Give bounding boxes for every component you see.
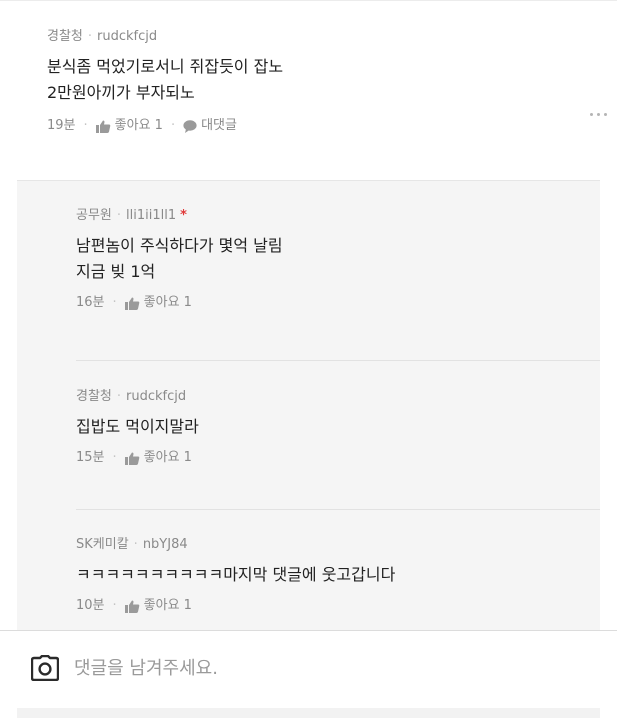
separator-dot: · <box>133 537 138 552</box>
author-company[interactable]: SK케미칼 <box>76 537 129 552</box>
more-dots-icon <box>590 113 593 116</box>
separator-dot: · <box>87 29 93 44</box>
separator-dot: · <box>112 598 117 613</box>
thumbs-up-icon <box>124 600 139 613</box>
reply-line: 남편놈이 주식하다가 몇억 날림 <box>76 236 283 255</box>
reply-label[interactable]: 대댓글 <box>201 116 237 136</box>
like-button[interactable] <box>124 452 140 465</box>
author-username[interactable]: rudckfcjd <box>97 29 157 44</box>
thumbs-up-icon <box>124 452 139 465</box>
camera-button[interactable] <box>30 654 60 685</box>
author-company[interactable]: 경찰청 <box>76 389 112 404</box>
reply-body: ㅋㅋㅋㅋㅋㅋㅋㅋㅋㅋ마지막 댓글에 웃고갑니다 <box>76 562 596 588</box>
like-count[interactable]: 좋아요 1 <box>144 293 192 313</box>
bottom-strip <box>17 708 600 718</box>
author-company[interactable]: 경찰청 <box>47 29 83 44</box>
reply-time: 10분 <box>76 598 105 613</box>
separator-dot: · <box>83 118 88 133</box>
reply-stats: 10분 · 좋아요 1 <box>76 596 596 616</box>
author-company[interactable]: 공무원 <box>76 208 112 223</box>
thumbs-up-icon <box>95 120 110 133</box>
reply-body: 남편놈이 주식하다가 몇억 날림 지금 빚 1억 <box>76 233 596 285</box>
reply-meta: SK케미칼 · nbYJ84 <box>76 536 596 554</box>
new-marker: * <box>180 208 187 223</box>
like-button[interactable] <box>124 297 140 310</box>
more-dots-icon <box>604 113 607 116</box>
more-dots-icon <box>597 113 600 116</box>
comment-line: 2만원아끼가 부자되노 <box>47 83 195 102</box>
comment-stats: 19분 · 좋아요 1 · 대댓글 <box>47 116 587 136</box>
comment-input-bar[interactable]: 댓글을 남겨주세요. <box>0 630 617 709</box>
comment-body: 분식좀 먹었기로서니 쥐잡듯이 잡노 2만원아끼가 부자되노 <box>47 54 587 106</box>
reply-item: SK케미칼 · nbYJ84 ㅋㅋㅋㅋㅋㅋㅋㅋㅋㅋ마지막 댓글에 웃고갑니다 10분… <box>76 536 596 616</box>
reply-time: 16분 <box>76 295 105 310</box>
camera-icon <box>30 654 60 682</box>
like-count[interactable]: 좋아요 1 <box>144 596 192 616</box>
reply-time: 15분 <box>76 450 105 465</box>
separator-dot: · <box>116 208 122 223</box>
comment-meta: 경찰청 · rudckfcjd <box>47 28 587 46</box>
comment-input-placeholder[interactable]: 댓글을 남겨주세요. <box>74 656 218 682</box>
like-button[interactable] <box>124 600 140 613</box>
reply-body: 집밥도 먹이지말라 <box>76 414 596 440</box>
comment-item: 경찰청 · rudckfcjd 분식좀 먹었기로서니 쥐잡듯이 잡노 2만원아끼가 … <box>47 28 587 136</box>
reply-line: 집밥도 먹이지말라 <box>76 417 199 436</box>
reply-meta: 공무원 · lli1ii1ll1 * <box>76 207 596 225</box>
reply-line: 지금 빚 1억 <box>76 262 156 281</box>
like-button[interactable] <box>95 120 111 133</box>
reply-meta: 경찰청 · rudckfcjd <box>76 388 596 406</box>
author-username[interactable]: lli1ii1ll1 <box>126 208 176 223</box>
reply-stats: 15분 · 좋아요 1 <box>76 448 596 468</box>
reply-thread: 공무원 · lli1ii1ll1 * 남편놈이 주식하다가 몇억 날림 지금 빚 1억… <box>17 180 600 631</box>
like-count[interactable]: 좋아요 1 <box>144 448 192 468</box>
author-username[interactable]: nbYJ84 <box>143 537 188 552</box>
author-username[interactable]: rudckfcjd <box>126 389 186 404</box>
reply-item: 경찰청 · rudckfcjd 집밥도 먹이지말라 15분 · 좋아요 1 <box>76 388 596 468</box>
reply-stats: 16분 · 좋아요 1 <box>76 293 596 313</box>
speech-bubble-icon <box>183 119 197 133</box>
separator-dot: · <box>112 450 117 465</box>
thumbs-up-icon <box>124 297 139 310</box>
reply-line: ㅋㅋㅋㅋㅋㅋㅋㅋㅋㅋ마지막 댓글에 웃고갑니다 <box>76 565 396 584</box>
separator-dot: · <box>170 118 176 133</box>
top-divider <box>0 0 617 1</box>
separator-dot: · <box>116 389 122 404</box>
more-options-button[interactable] <box>590 113 607 116</box>
reply-divider <box>76 360 600 361</box>
reply-button[interactable] <box>183 119 197 133</box>
separator-dot: · <box>112 295 117 310</box>
comment-time: 19분 <box>47 118 76 133</box>
like-count[interactable]: 좋아요 1 <box>115 116 163 136</box>
reply-item: 공무원 · lli1ii1ll1 * 남편놈이 주식하다가 몇억 날림 지금 빚 1억… <box>76 207 596 313</box>
reply-divider <box>76 509 600 510</box>
comment-line: 분식좀 먹었기로서니 쥐잡듯이 잡노 <box>47 57 284 76</box>
